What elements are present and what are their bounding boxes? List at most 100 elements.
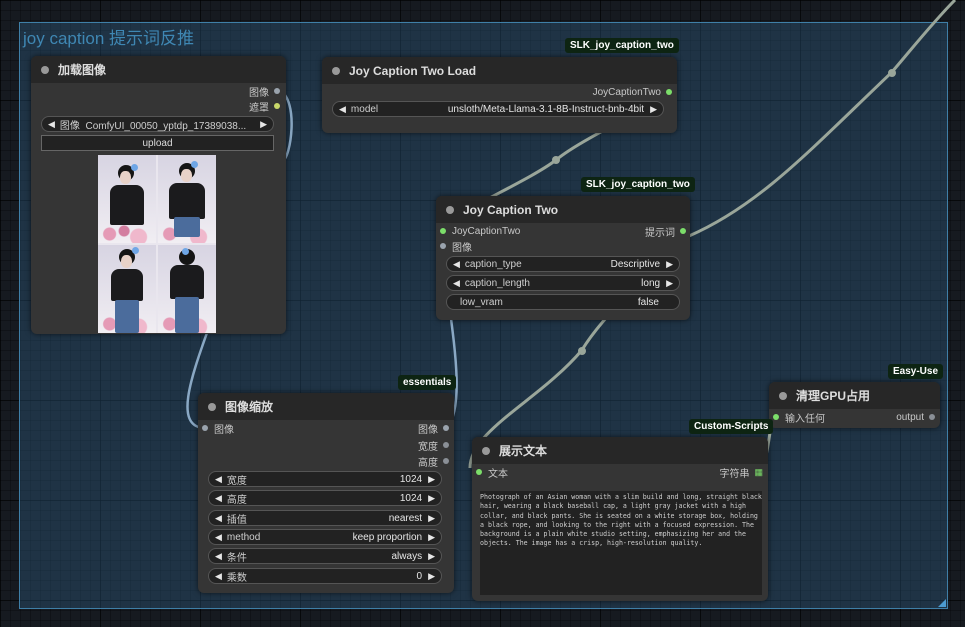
widget-value: always [391, 550, 423, 562]
slot-icon[interactable] [443, 425, 449, 431]
arrow-right-icon[interactable]: ▶ [428, 513, 435, 524]
arrow-left-icon[interactable]: ◀ [453, 259, 460, 270]
node-header[interactable]: 加载图像 [31, 56, 286, 83]
upload-button[interactable]: upload [41, 135, 274, 151]
input-port-image[interactable]: 图像 [440, 239, 472, 254]
output-port-image[interactable]: 图像 [418, 421, 449, 436]
collapse-dot-icon[interactable] [332, 66, 340, 75]
condition-widget[interactable]: ◀ 条件 always ▶ [208, 548, 442, 564]
joy-caption-node[interactable]: Joy Caption Two JoyCaptionTwo 图像 提示词 ◀ c… [436, 196, 690, 320]
multiplier-widget[interactable]: ◀ 乘数 0 ▶ [208, 568, 442, 584]
arrow-right-icon[interactable]: ▶ [428, 551, 435, 562]
arrow-right-icon[interactable]: ▶ [428, 474, 435, 485]
widget-value: nearest [388, 512, 423, 524]
low-vram-toggle[interactable]: low_vram false [446, 294, 680, 310]
node-header[interactable]: Joy Caption Two [436, 196, 690, 223]
group-resize-handle[interactable] [938, 599, 946, 607]
slot-icon[interactable] [680, 228, 686, 234]
group-title[interactable]: joy caption 提示词反推 [23, 24, 194, 49]
widget-label: 条件 [226, 552, 247, 564]
output-port-width[interactable]: 宽度 [418, 438, 449, 453]
slot-icon[interactable] [440, 228, 446, 234]
node-header[interactable]: 展示文本 [472, 437, 768, 464]
arrow-right-icon[interactable]: ▶ [428, 493, 435, 504]
model-select-widget[interactable]: ◀ model unsloth/Meta-Llama-3.1-8B-Instru… [332, 101, 664, 117]
arrow-right-icon[interactable]: ▶ [428, 571, 435, 582]
arrow-left-icon[interactable]: ◀ [215, 474, 222, 485]
arrow-left-icon[interactable]: ◀ [215, 571, 222, 582]
output-port-image[interactable]: 图像 [249, 84, 280, 99]
interpolation-widget[interactable]: ◀ 插值 nearest ▶ [208, 510, 442, 526]
arrow-right-icon[interactable]: ▶ [260, 119, 267, 130]
node-title: 加载图像 [58, 63, 107, 77]
arrow-left-icon[interactable]: ◀ [339, 104, 346, 115]
height-widget[interactable]: ◀ 高度 1024 ▶ [208, 490, 442, 506]
input-port-image[interactable]: 图像 [202, 421, 234, 436]
image-scale-node[interactable]: 图像缩放 图像 图像 宽度 高度 ◀ 宽度 1024 ▶ ◀ 高度 1024 ▶… [198, 393, 454, 593]
slot-icon[interactable] [929, 414, 935, 420]
arrow-left-icon[interactable]: ◀ [453, 278, 460, 289]
node-source-badge: Easy-Use [888, 364, 944, 379]
widget-label: 图像 ComfyUI_00050_yptdp_17389038... [59, 120, 247, 132]
widget-value: Descriptive [610, 258, 661, 270]
port-label: output [896, 411, 924, 423]
slot-icon[interactable] [443, 442, 449, 448]
node-header[interactable]: Joy Caption Two Load [322, 57, 677, 84]
collapse-dot-icon[interactable] [446, 205, 454, 214]
output-port-output[interactable]: output [896, 410, 935, 424]
grid-slot-icon[interactable]: ▦ [754, 467, 763, 478]
joy-caption-load-node[interactable]: Joy Caption Two Load JoyCaptionTwo ◀ mod… [322, 57, 677, 133]
arrow-right-icon[interactable]: ▶ [650, 104, 657, 115]
port-label: 高度 [418, 457, 438, 469]
slot-icon[interactable] [773, 414, 779, 420]
widget-value: 1024 [399, 492, 423, 504]
width-widget[interactable]: ◀ 宽度 1024 ▶ [208, 471, 442, 487]
widget-label: 宽度 [226, 475, 247, 487]
output-port-height[interactable]: 高度 [418, 454, 449, 469]
collapse-dot-icon[interactable] [482, 446, 490, 455]
port-label: 图像 [452, 242, 472, 254]
caption-text-output[interactable]: Photograph of an Asian woman with a slim… [480, 491, 762, 595]
output-port-prompt[interactable]: 提示词 [645, 224, 686, 239]
node-source-badge: SLK_joy_caption_two [565, 38, 679, 53]
collapse-dot-icon[interactable] [208, 402, 216, 411]
arrow-left-icon[interactable]: ◀ [48, 119, 55, 130]
slot-icon[interactable] [274, 103, 280, 109]
slot-icon[interactable] [443, 458, 449, 464]
slot-icon[interactable] [202, 425, 208, 431]
slot-icon[interactable] [274, 88, 280, 94]
slot-icon[interactable] [476, 469, 482, 475]
arrow-left-icon[interactable]: ◀ [215, 551, 222, 562]
output-port-string[interactable]: 字符串 ▦ [719, 465, 763, 480]
arrow-right-icon[interactable]: ▶ [428, 532, 435, 543]
widget-value: keep proportion [352, 531, 423, 543]
port-label: JoyCaptionTwo [452, 225, 521, 237]
caption-length-widget[interactable]: ◀ caption_length long ▶ [446, 275, 680, 291]
image-select-widget[interactable]: ◀ 图像 ComfyUI_00050_yptdp_17389038... ▶ [41, 116, 274, 132]
arrow-left-icon[interactable]: ◀ [215, 532, 222, 543]
output-port-mask[interactable]: 遮罩 [249, 99, 280, 114]
show-text-node[interactable]: 展示文本 文本 字符串 ▦ Photograph of an Asian woma… [472, 437, 768, 601]
node-header[interactable]: 清理GPU占用 [769, 382, 940, 409]
arrow-right-icon[interactable]: ▶ [666, 278, 673, 289]
slot-icon[interactable] [666, 89, 672, 95]
widget-label: 乘数 [226, 572, 247, 584]
input-port-any[interactable]: 输入任何 [773, 410, 825, 425]
output-port-joycaption[interactable]: JoyCaptionTwo [593, 85, 672, 99]
port-label: 图像 [249, 87, 269, 99]
input-port-joycaption[interactable]: JoyCaptionTwo [440, 224, 520, 238]
arrow-left-icon[interactable]: ◀ [215, 513, 222, 524]
node-source-badge: essentials [398, 375, 457, 390]
clean-gpu-node[interactable]: 清理GPU占用 输入任何 output [769, 382, 940, 428]
method-widget[interactable]: ◀ method keep proportion ▶ [208, 529, 442, 545]
port-label: 字符串 [719, 468, 750, 480]
arrow-right-icon[interactable]: ▶ [666, 259, 673, 270]
input-port-text[interactable]: 文本 [476, 465, 508, 480]
node-header[interactable]: 图像缩放 [198, 393, 454, 420]
slot-icon[interactable] [440, 243, 446, 249]
load-image-node[interactable]: 加载图像 图像 遮罩 ◀ 图像 ComfyUI_00050_yptdp_1738… [31, 56, 286, 334]
collapse-dot-icon[interactable] [779, 391, 787, 400]
caption-type-widget[interactable]: ◀ caption_type Descriptive ▶ [446, 256, 680, 272]
arrow-left-icon[interactable]: ◀ [215, 493, 222, 504]
collapse-dot-icon[interactable] [41, 65, 49, 74]
